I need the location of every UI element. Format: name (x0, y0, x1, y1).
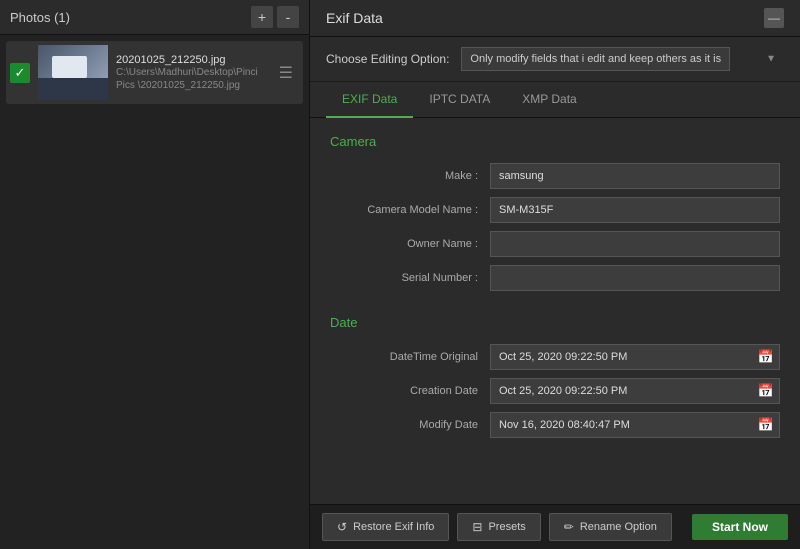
tabs-row: EXIF Data IPTC DATA XMP Data (310, 82, 800, 118)
make-input[interactable] (490, 163, 780, 189)
camera-model-input[interactable] (490, 197, 780, 223)
bottom-toolbar: ↺ Restore Exif Info ⊟ Presets ✏ Rename O… (310, 504, 800, 549)
add-photo-button[interactable]: + (251, 6, 273, 28)
photos-list: ✓ 20201025_212250.jpg C:\Users\Madhuri\D… (0, 35, 309, 549)
right-panel: Exif Data — Choose Editing Option: Only … (310, 0, 800, 549)
camera-model-row: Camera Model Name : (330, 197, 780, 223)
content-area: Camera Make : Camera Model Name : Owner … (310, 118, 800, 504)
photo-path: C:\Users\Madhuri\Desktop\Pinci Pics \202… (116, 66, 265, 92)
remove-photo-button[interactable]: - (277, 6, 299, 28)
tab-iptc-data[interactable]: IPTC DATA (413, 82, 506, 118)
rename-option-button[interactable]: ✏ Rename Option (549, 513, 672, 541)
date-form-grid: DateTime Original 📅 Creation Date 📅 Modi… (330, 344, 780, 438)
editing-options-select-wrapper: Only modify fields that i edit and keep … (461, 47, 784, 71)
datetime-original-wrapper: 📅 (490, 344, 780, 370)
modify-date-input[interactable] (490, 412, 780, 438)
modify-date-wrapper: 📅 (490, 412, 780, 438)
calendar-icon-0[interactable]: 📅 (758, 349, 774, 365)
owner-name-input[interactable] (490, 231, 780, 257)
date-section-title: Date (330, 315, 780, 330)
make-label: Make : (330, 170, 490, 182)
serial-number-input[interactable] (490, 265, 780, 291)
list-options-icon[interactable]: ☰ (273, 61, 299, 85)
presets-btn-label: Presets (488, 521, 525, 533)
creation-date-label: Creation Date (330, 385, 490, 397)
photo-checkbox[interactable]: ✓ (10, 63, 30, 83)
photos-panel-title: Photos (1) (10, 10, 70, 25)
right-panel-header: Exif Data — (310, 0, 800, 37)
make-row: Make : (330, 163, 780, 189)
start-now-button[interactable]: Start Now (692, 514, 788, 540)
restore-icon: ↺ (337, 520, 347, 534)
editing-options-row: Choose Editing Option: Only modify field… (310, 37, 800, 82)
restore-btn-label: Restore Exif Info (353, 521, 434, 533)
serial-number-label: Serial Number : (330, 272, 490, 284)
datetime-original-label: DateTime Original (330, 351, 490, 363)
datetime-original-input[interactable] (490, 344, 780, 370)
photo-info: 20201025_212250.jpg C:\Users\Madhuri\Des… (116, 54, 265, 92)
camera-model-label: Camera Model Name : (330, 204, 490, 216)
camera-form-grid: Make : Camera Model Name : Owner Name : … (330, 163, 780, 291)
creation-date-row: Creation Date 📅 (330, 378, 780, 404)
editing-options-select[interactable]: Only modify fields that i edit and keep … (461, 47, 730, 71)
presets-button[interactable]: ⊟ Presets (457, 513, 540, 541)
left-panel-header: Photos (1) + - (0, 0, 309, 35)
tab-exif-data[interactable]: EXIF Data (326, 82, 413, 118)
owner-name-label: Owner Name : (330, 238, 490, 250)
left-panel: Photos (1) + - ✓ 20201025_212250.jpg C:\… (0, 0, 310, 549)
serial-number-row: Serial Number : (330, 265, 780, 291)
editing-options-label: Choose Editing Option: (326, 52, 449, 66)
creation-date-input[interactable] (490, 378, 780, 404)
datetime-original-row: DateTime Original 📅 (330, 344, 780, 370)
photo-name: 20201025_212250.jpg (116, 54, 265, 66)
photo-item[interactable]: ✓ 20201025_212250.jpg C:\Users\Madhuri\D… (6, 41, 303, 104)
modify-date-label: Modify Date (330, 419, 490, 431)
calendar-icon-2[interactable]: 📅 (758, 417, 774, 433)
restore-exif-button[interactable]: ↺ Restore Exif Info (322, 513, 449, 541)
photo-thumbnail-image (38, 45, 108, 100)
presets-icon: ⊟ (472, 520, 482, 534)
creation-date-wrapper: 📅 (490, 378, 780, 404)
exif-data-title: Exif Data (326, 10, 383, 26)
tab-xmp-data[interactable]: XMP Data (506, 82, 592, 118)
photo-thumbnail (38, 45, 108, 100)
header-buttons: + - (251, 6, 299, 28)
rename-icon: ✏ (564, 520, 574, 534)
minimize-button[interactable]: — (764, 8, 784, 28)
calendar-icon-1[interactable]: 📅 (758, 383, 774, 399)
modify-date-row: Modify Date 📅 (330, 412, 780, 438)
camera-section-title: Camera (330, 134, 780, 149)
rename-btn-label: Rename Option (580, 521, 657, 533)
owner-name-row: Owner Name : (330, 231, 780, 257)
